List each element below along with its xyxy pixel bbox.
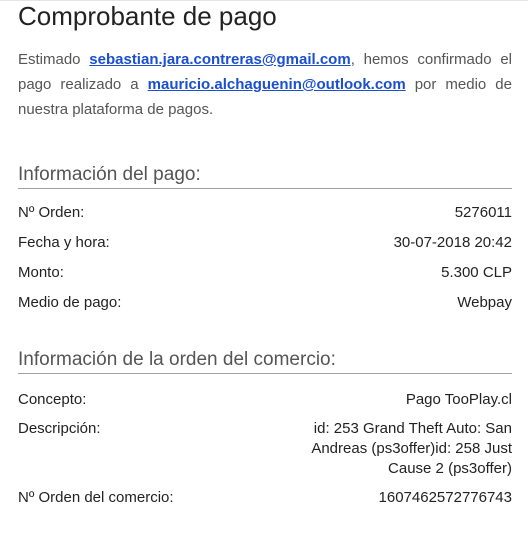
intro-text: Estimado sebastian.jara.contreras@gmail.… — [18, 47, 512, 122]
row-label: Fecha y hora: — [18, 234, 110, 251]
row-value: 5276011 — [454, 204, 512, 221]
row-description: Descripción: id: 253 Grand Theft Auto: Sa… — [18, 419, 512, 479]
row-label: Nº Orden: — [18, 204, 85, 221]
row-date-time: Fecha y hora: 30-07-2018 20:42 — [18, 233, 512, 253]
row-value: 30-07-2018 20:42 — [393, 234, 512, 251]
row-concept: Concepto: Pago TooPlay.cl — [18, 390, 512, 410]
payer-email-link[interactable]: sebastian.jara.contreras@gmail.com — [89, 51, 350, 68]
page-title: Comprobante de pago — [18, 1, 277, 31]
row-merchant-order: Nº Orden del comercio: 1607462572776743 — [18, 488, 512, 508]
row-value: Webpay — [457, 294, 512, 311]
row-label: Descripción: — [18, 420, 101, 437]
payee-email-link[interactable]: mauricio.alchaguenin@outlook.com — [148, 76, 406, 93]
row-payment-method: Medio de pago: Webpay — [18, 293, 512, 313]
row-value: Pago TooPlay.cl — [405, 391, 512, 408]
payment-info-heading: Información del pago: — [18, 164, 512, 189]
row-label: Monto: — [18, 264, 64, 281]
row-amount: Monto: 5.300 CLP — [18, 263, 512, 283]
merchant-info-heading: Información de la orden del comercio: — [18, 349, 512, 374]
row-label: Concepto: — [18, 391, 87, 408]
row-value: 5.300 CLP — [441, 264, 512, 281]
row-value: 1607462572776743 — [378, 489, 512, 506]
row-label: Medio de pago: — [18, 294, 122, 311]
row-label: Nº Orden del comercio: — [18, 489, 174, 506]
row-value: id: 253 Grand Theft Auto: San Andreas (p… — [311, 420, 512, 477]
row-order-number: Nº Orden: 5276011 — [18, 203, 512, 223]
intro-prefix: Estimado — [18, 51, 90, 68]
